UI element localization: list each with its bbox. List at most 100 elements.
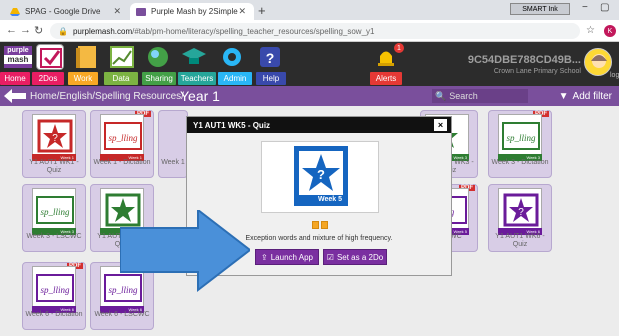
url-host: purplemash.com xyxy=(72,26,133,36)
menu-2dos[interactable]: 2Dos xyxy=(32,72,64,85)
forward-arrow-icon[interactable]: → xyxy=(20,24,31,36)
tab-purple-mash[interactable]: Purple Mash by 2Simple ✕ xyxy=(130,3,254,20)
back-arrow-icon[interactable] xyxy=(4,89,26,103)
resource-type-icon xyxy=(312,221,319,229)
resource-card[interactable]: ? Week 1 Y1 AUT1 WK1 - Quiz xyxy=(22,110,86,178)
minimize-icon[interactable]: − xyxy=(582,2,588,13)
close-tab-icon[interactable]: ✕ xyxy=(113,6,121,17)
globe-sharing-icon[interactable] xyxy=(144,44,172,70)
address-bar: ← → ↻ 🔒 purplemash.com /#tab/pm-home/lit… xyxy=(0,20,619,42)
card-label: Y1 AUT1 WK1 - Quiz xyxy=(29,159,79,174)
smart-ink-label: SMART Ink xyxy=(522,5,558,13)
svg-text:sp_lling: sp_lling xyxy=(506,133,536,143)
card-label: Week 1 - Dictation xyxy=(93,159,151,166)
filter-label: Add filter xyxy=(572,90,612,102)
search-placeholder: Search xyxy=(449,91,478,101)
google-drive-icon xyxy=(10,7,20,16)
card-label: Y1 AUT1 WK6 - Quiz xyxy=(495,233,545,248)
bookmark-star-icon[interactable]: ☆ xyxy=(586,25,595,36)
chart-data-icon[interactable] xyxy=(108,44,136,70)
question-help-icon[interactable]: ? xyxy=(256,44,284,70)
purple-mash-logo[interactable]: purple mash xyxy=(4,46,32,68)
mortarboard-teachers-icon[interactable] xyxy=(180,44,208,70)
folder-work-icon[interactable] xyxy=(72,44,100,70)
logo-top: purple xyxy=(7,47,29,54)
modal-title: Y1 AUT1 WK5 - Quiz xyxy=(193,121,271,130)
spelling-thumbnail: sp_lling xyxy=(498,114,542,158)
user-id: 9C54DBE788CD49B... xyxy=(467,54,581,66)
svg-text:?: ? xyxy=(317,167,325,182)
svg-text:sp_lling: sp_lling xyxy=(40,207,70,217)
app-toolbar: purple mash ? 1 Home 2Dos Work Data Shar… xyxy=(0,42,619,86)
search-input[interactable]: 🔍 Search xyxy=(432,89,528,103)
launch-label: Launch App xyxy=(270,252,313,262)
restore-icon[interactable]: ▢ xyxy=(600,2,609,13)
browser-tab-bar: SPAG - Google Drive ✕ Purple Mash by 2Si… xyxy=(0,0,619,20)
close-tab-icon[interactable]: ✕ xyxy=(238,6,246,17)
alerts-count-badge: 1 xyxy=(394,43,404,53)
menu-work[interactable]: Work xyxy=(68,72,98,85)
quiz-preview-image: ? Week 5 xyxy=(261,141,379,213)
search-icon: 🔍 xyxy=(435,90,447,101)
preview-week-label: Week 5 xyxy=(318,196,342,203)
tab-spag[interactable]: SPAG - Google Drive ✕ xyxy=(4,3,129,20)
new-tab-button[interactable]: + xyxy=(258,3,266,18)
set2do-label: Set as a 2Do xyxy=(336,252,384,262)
card-label: Week 6 - Dictation xyxy=(25,311,83,318)
logo-bottom: mash xyxy=(4,55,32,64)
tab-title: SPAG - Google Drive xyxy=(25,7,101,16)
launch-app-button[interactable]: ⇪ Launch App xyxy=(255,249,319,265)
card-label: Week 3 - Dictation xyxy=(491,159,549,166)
close-button[interactable]: × xyxy=(434,119,447,131)
menu-data[interactable]: Data xyxy=(104,72,138,85)
checkbox-2dos-icon[interactable] xyxy=(36,44,64,70)
menu-alerts[interactable]: Alerts xyxy=(370,72,402,85)
smart-ink-toolbar[interactable]: SMART Ink xyxy=(510,3,570,15)
breadcrumb: Home/English/Spelling Resources/ Year 1 … xyxy=(0,86,619,106)
menu-help[interactable]: Help xyxy=(256,72,286,85)
menu-sharing[interactable]: Sharing xyxy=(142,72,176,85)
resource-card[interactable]: ? Week 6 Y1 AUT1 WK6 - Quiz xyxy=(488,184,552,252)
page-title: Year 1 xyxy=(180,88,220,104)
menu-teachers[interactable]: Teachers xyxy=(178,72,216,85)
tab-title: Purple Mash by 2Simple xyxy=(151,7,238,16)
lock-icon: 🔒 xyxy=(58,26,68,36)
quiz-thumbnail: ? xyxy=(32,114,76,158)
resource-card[interactable]: PDF sp_lling Week 6 Week 6 - Dictation xyxy=(22,262,86,330)
url-path: /#tab/pm-home/literacy/spelling_teacher_… xyxy=(132,26,375,36)
svg-text:?: ? xyxy=(518,207,524,218)
logout-link[interactable]: logout xyxy=(610,72,619,79)
resource-card[interactable]: PDF sp_lling Week 3 Week 3 - Dictation xyxy=(488,110,552,178)
modal-header: Y1 AUT1 WK5 - Quiz × xyxy=(187,117,451,133)
reload-icon[interactable]: ↻ xyxy=(34,24,43,37)
checkbox-icon: ☑ xyxy=(326,252,334,262)
spelling-thumbnail: sp_lling xyxy=(100,114,144,158)
back-arrow-icon[interactable]: ← xyxy=(6,24,17,36)
add-filter-button[interactable]: ▼ Add filter xyxy=(532,89,616,103)
set-as-2do-button[interactable]: ☑ Set as a 2Do xyxy=(323,249,387,265)
card-label: Week 3 - LSCWC xyxy=(26,233,82,240)
menu-home[interactable]: Home xyxy=(0,72,30,85)
resource-type-icon xyxy=(321,221,328,229)
gear-admin-icon[interactable] xyxy=(218,44,246,70)
svg-text:sp_lling: sp_lling xyxy=(108,133,138,143)
breadcrumb-path[interactable]: Home/English/Spelling Resources/ xyxy=(30,91,184,102)
spelling-thumbnail: sp_lling xyxy=(32,188,76,232)
card-label: Week 1 xyxy=(161,159,185,166)
launch-icon: ⇪ xyxy=(261,252,268,262)
svg-text:?: ? xyxy=(266,50,275,66)
quiz-thumbnail: ? xyxy=(498,188,542,232)
profile-avatar[interactable]: K xyxy=(604,25,616,37)
url-field[interactable]: 🔒 purplemash.com /#tab/pm-home/literacy/… xyxy=(50,23,580,39)
resource-card[interactable]: sp_lling Week 3 Week 3 - LSCWC xyxy=(22,184,86,252)
svg-text:?: ? xyxy=(52,133,58,144)
resource-card[interactable]: PDF sp_lling Week 1 Week 1 - Dictation xyxy=(90,110,154,178)
school-name: Crown Lane Primary School xyxy=(493,68,581,75)
avatar[interactable] xyxy=(584,48,612,76)
svg-text:sp_lling: sp_lling xyxy=(40,285,70,295)
resource-card[interactable]: Week 1 xyxy=(158,110,188,178)
filter-icon: ▼ xyxy=(558,90,569,102)
purple-mash-icon xyxy=(136,7,146,16)
menu-admin[interactable]: Admin xyxy=(218,72,252,85)
pointer-arrow-icon xyxy=(119,207,252,320)
